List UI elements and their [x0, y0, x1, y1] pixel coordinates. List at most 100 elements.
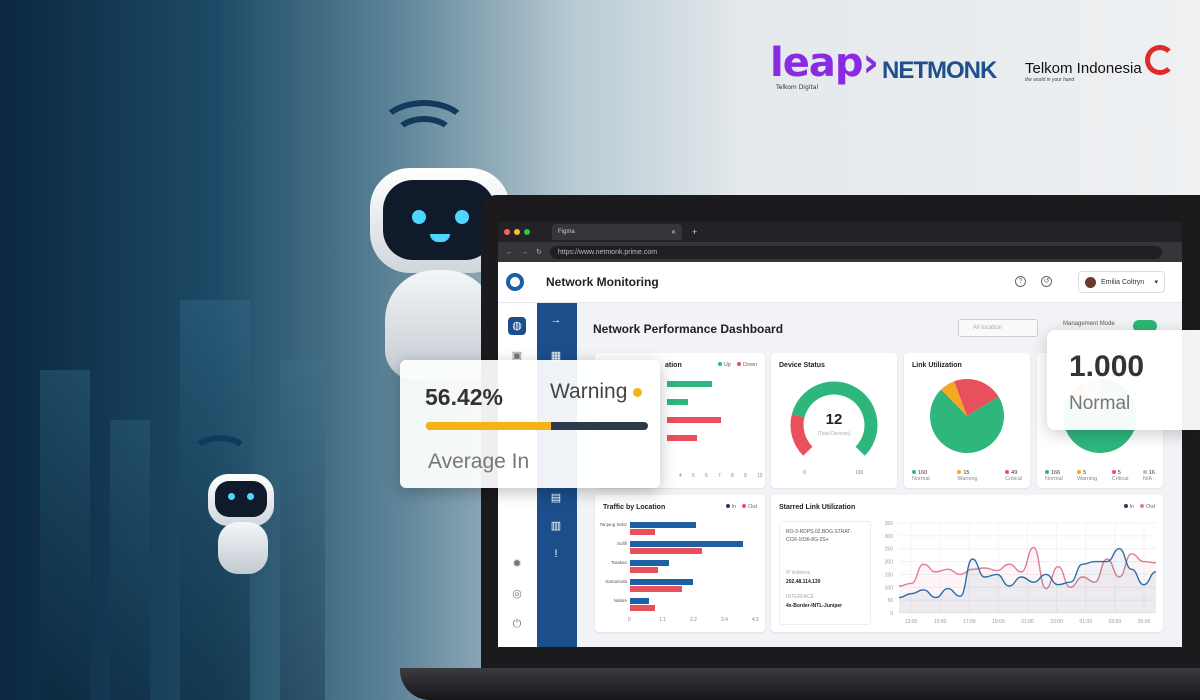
x-tick: 2.2	[690, 617, 697, 623]
average-label: Average In	[428, 450, 530, 473]
legend-item: 5 Critical	[1111, 470, 1129, 482]
location-label: Sofifi	[616, 541, 627, 546]
y-tick: 0	[890, 611, 893, 617]
document-icon[interactable]: ▤	[547, 489, 565, 507]
wifi-icon	[393, 116, 455, 156]
link-info-panel: RO-3-RDPS.02.BOG.STRAT-CCR-1036-8G-2S+ I…	[779, 521, 871, 625]
traffic-out-bar	[630, 586, 683, 592]
reload-icon[interactable]: ↻	[536, 248, 542, 256]
legend-item: 160 Normal	[912, 470, 930, 482]
x-tick: 17:00	[963, 619, 976, 625]
x-tick: 0	[628, 617, 631, 623]
trash-icon[interactable]: ▥	[547, 517, 565, 535]
device-status-card: Device Status 12 (Total Devices) 0 100	[771, 353, 897, 488]
info-icon[interactable]: !	[547, 545, 565, 563]
starred-link-line-chart: 0 50 100 150 200 250 300 350 13:00 15:00 17:00 19:0…	[885, 521, 1157, 625]
laptop-base	[400, 668, 1200, 700]
x-tick: 21:00	[1021, 619, 1034, 625]
x-tick: 4.5	[752, 617, 759, 623]
telkom-mark-icon	[1145, 45, 1175, 75]
globe-icon[interactable]: ◍	[508, 317, 526, 335]
x-tick: 7	[718, 473, 721, 479]
city-background	[40, 370, 90, 700]
legend-item: 49 Critical	[1005, 470, 1022, 482]
x-tick: 05:00	[1138, 619, 1151, 625]
legend-item: 166 Normal	[1045, 470, 1063, 482]
chevron-down-icon: ▾	[1154, 279, 1158, 286]
legend: In Out	[725, 504, 757, 510]
app-logo-icon	[506, 273, 524, 291]
gauge-value: 12	[825, 411, 843, 428]
pie-legend: 160 Normal 15 Warning 49 Critical	[912, 470, 1022, 482]
gauge-max: 100	[855, 470, 864, 476]
progress-fill	[426, 422, 552, 430]
power-icon[interactable]: ⏻	[508, 615, 526, 633]
history-icon[interactable]: ↺	[1041, 276, 1052, 287]
traffic-card: Traffic by Location In Out Tanjung Selor S…	[595, 495, 765, 632]
browser-tabbar: Figma ✕ +	[498, 222, 1182, 242]
new-tab-icon[interactable]: +	[692, 227, 697, 237]
forward-icon[interactable]: →	[521, 249, 528, 256]
starred-link-card: Starred Link Utilization In Out RO-3-RDPS…	[771, 495, 1163, 632]
x-tick: 23:00	[1050, 619, 1063, 625]
leap-logo: leap› Telkom Digital	[770, 40, 879, 91]
back-icon[interactable]: ←	[506, 249, 513, 256]
location-dropdown[interactable]: All location	[958, 319, 1038, 337]
x-tick: 3.4	[721, 617, 728, 623]
legend: In Out	[1123, 504, 1155, 510]
settings-icon[interactable]: ✹	[508, 555, 526, 573]
partner-logos: leap› Telkom Digital NETMONK Telkom Indon…	[770, 40, 1180, 100]
arrow-right-icon[interactable]: →	[547, 311, 565, 329]
x-tick: 01:00	[1079, 619, 1092, 625]
support-icon[interactable]: ◎	[508, 585, 526, 603]
traffic-in-bar	[630, 541, 743, 547]
availability-bar	[667, 435, 697, 441]
help-icon[interactable]: ?	[1015, 276, 1026, 287]
average-status: Warning	[550, 380, 643, 404]
card-title: ation	[665, 362, 682, 369]
interface-label: INTERFACE	[786, 594, 815, 600]
average-in-card: 56.42% Warning Average In	[400, 360, 660, 488]
avatar	[1085, 276, 1096, 288]
x-tick: 03:00	[1109, 619, 1122, 625]
interface-value: 4x-Border-INTL-Juniper	[786, 603, 843, 609]
traffic-in-bar	[630, 560, 669, 566]
browser-tab[interactable]: Figma ✕	[552, 224, 682, 240]
traffic-in-bar	[630, 598, 650, 604]
app-title: Network Monitoring	[546, 275, 659, 289]
traffic-out-bar	[630, 605, 655, 611]
location-label: Samarinda	[605, 579, 627, 584]
card-title: Link Utilization	[912, 362, 962, 369]
gauge-min: 0	[803, 470, 806, 476]
close-tab-icon[interactable]: ✕	[671, 229, 676, 236]
normal-count-card: 1.000 Normal	[1047, 330, 1200, 430]
wifi-icon	[190, 435, 250, 475]
y-tick: 350	[885, 521, 894, 527]
location-label: Tanjung Selor	[599, 522, 627, 527]
x-tick: 8	[731, 473, 734, 479]
y-tick: 150	[885, 572, 894, 578]
browser-urlbar: ← → ↻ https://www.netmonk.prime.com	[498, 242, 1182, 262]
url-input[interactable]: https://www.netmonk.prime.com	[549, 245, 1162, 259]
app-header: Network Monitoring ? ↺ Emilia Coltryn ▾	[498, 262, 1182, 303]
traffic-in-bar	[630, 579, 694, 585]
telkom-logo: Telkom Indonesia the world in your hand	[1025, 60, 1142, 83]
mode-label: Management Mode	[1063, 321, 1115, 327]
warning-dot-icon	[633, 387, 643, 397]
user-menu[interactable]: Emilia Coltryn ▾	[1078, 271, 1165, 293]
device-name: RO-3-RDPS.02.BOG.STRAT-CCR-1036-8G-2S+	[786, 529, 852, 543]
x-tick: 9	[744, 473, 747, 479]
normal-label: Normal	[1069, 393, 1131, 414]
x-tick: 13:00	[905, 619, 918, 625]
ip-label: IP Address	[786, 570, 811, 576]
x-tick: 1.1	[659, 617, 666, 623]
y-tick: 100	[885, 585, 894, 591]
ip-value: 202.48.114.130	[786, 579, 821, 585]
page-title: Network Performance Dashboard	[593, 322, 784, 336]
pie-legend: 166 Normal 5 Warning 5 Critical 16 N/A	[1045, 470, 1155, 482]
link-utilization-card: Link Utilization 160 Normal 15 Warning 49 Cri…	[904, 353, 1030, 488]
y-tick: 300	[885, 534, 894, 540]
location-label: Tarakan	[610, 560, 627, 565]
x-tick: 5	[692, 473, 695, 479]
location-label: Nabire	[613, 598, 627, 603]
